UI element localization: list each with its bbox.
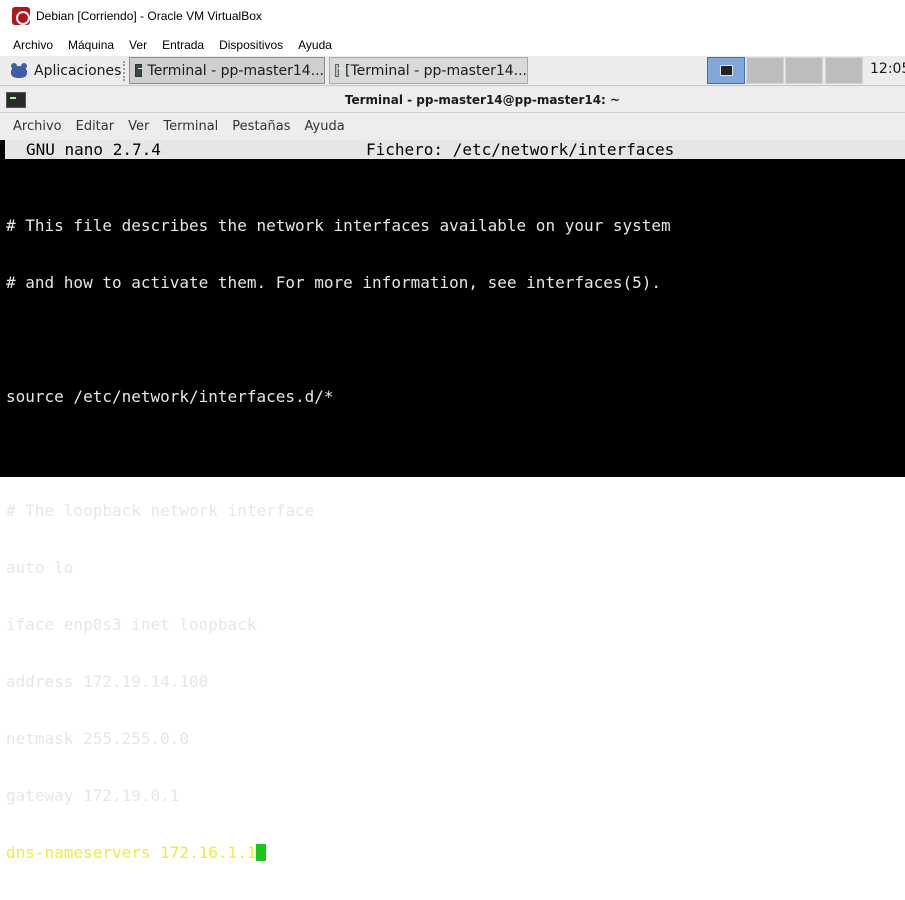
text-cursor bbox=[256, 844, 267, 861]
workspace-window-thumbnail bbox=[719, 65, 733, 76]
terminal-icon bbox=[335, 64, 344, 77]
taskbar-item-terminal-active[interactable]: Terminal - pp-master14... bbox=[129, 57, 325, 84]
xfce-top-panel: Aplicaciones Terminal - pp-master14... [… bbox=[0, 56, 905, 86]
editor-line: auto lo bbox=[6, 558, 74, 577]
vbox-menu-entrada[interactable]: Entrada bbox=[162, 38, 204, 52]
taskbar-item-label: [Terminal - pp-master14... bbox=[345, 62, 527, 79]
terminal-menu-ayuda[interactable]: Ayuda bbox=[305, 119, 345, 134]
workspace-2[interactable] bbox=[746, 57, 784, 84]
workspace-3[interactable] bbox=[785, 57, 823, 84]
terminal-titlebar[interactable]: Terminal - pp-master14@pp-master14: ~ bbox=[0, 87, 905, 113]
vbox-menu-maquina[interactable]: Máquina bbox=[68, 38, 114, 52]
vbox-menu-ver[interactable]: Ver bbox=[129, 38, 147, 52]
nano-filename: Fichero: /etc/network/interfaces bbox=[366, 140, 675, 159]
vbox-titlebar: Debian [Corriendo] - Oracle VM VirtualBo… bbox=[0, 0, 905, 34]
editor-line: # The loopback network interface bbox=[6, 501, 315, 520]
xfce-mouse-icon bbox=[8, 61, 30, 81]
terminal-window-title: Terminal - pp-master14@pp-master14: ~ bbox=[344, 93, 621, 107]
vbox-menu-dispositivos[interactable]: Dispositivos bbox=[219, 38, 283, 52]
editor-line-current-text: dns-nameservers 172.16.1.1 bbox=[6, 843, 257, 862]
nano-header-bar: GNU nano 2.7.4 Fichero: /etc/network/int… bbox=[5, 140, 905, 159]
terminal-menu-pestanas[interactable]: Pestañas bbox=[232, 119, 290, 134]
editor-line: gateway 172.19.0.1 bbox=[6, 786, 180, 805]
terminal-window: Terminal - pp-master14@pp-master14: ~ Ar… bbox=[0, 87, 905, 862]
terminal-icon bbox=[135, 64, 143, 77]
vbox-menu-archivo[interactable]: Archivo bbox=[13, 38, 53, 52]
panel-separator bbox=[123, 61, 127, 81]
vbox-menu-ayuda[interactable]: Ayuda bbox=[298, 38, 332, 52]
terminal-menu-editar[interactable]: Editar bbox=[76, 119, 115, 134]
guest-desktop: Aplicaciones Terminal - pp-master14... [… bbox=[0, 56, 905, 862]
taskbar-item-label: Terminal - pp-master14... bbox=[147, 62, 324, 79]
terminal-menubar: Archivo Editar Ver Terminal Pestañas Ayu… bbox=[0, 113, 905, 140]
editor-line: # This file describes the network interf… bbox=[6, 216, 671, 235]
workspace-1[interactable] bbox=[707, 57, 745, 84]
workspace-4[interactable] bbox=[825, 57, 863, 84]
vbox-window-title: Debian [Corriendo] - Oracle VM VirtualBo… bbox=[36, 9, 262, 23]
virtualbox-logo-icon bbox=[12, 7, 30, 25]
nano-version: GNU nano 2.7.4 bbox=[26, 140, 161, 159]
taskbar-item-terminal-minimized[interactable]: [Terminal - pp-master14... bbox=[329, 57, 528, 84]
editor-line: # and how to activate them. For more inf… bbox=[6, 273, 662, 292]
editor-line: netmask 255.255.0.0 bbox=[6, 729, 190, 748]
applications-menu-button[interactable]: Aplicaciones bbox=[8, 59, 121, 83]
applications-menu-label: Aplicaciones bbox=[34, 63, 122, 79]
terminal-menu-archivo[interactable]: Archivo bbox=[13, 119, 62, 134]
panel-clock[interactable]: 12:05 bbox=[870, 61, 905, 77]
editor-line: iface enp0s3 inet loopback bbox=[6, 615, 257, 634]
nano-editor-area[interactable]: # This file describes the network interf… bbox=[6, 178, 671, 900]
editor-line-current: dns-nameservers 172.16.1.1 bbox=[6, 843, 671, 862]
editor-line: address 172.19.14.100 bbox=[6, 672, 209, 691]
terminal-menu-ver[interactable]: Ver bbox=[128, 119, 149, 134]
terminal-menu-terminal[interactable]: Terminal bbox=[163, 119, 218, 134]
vbox-menubar: Archivo Máquina Ver Entrada Dispositivos… bbox=[0, 34, 905, 56]
editor-line: source /etc/network/interfaces.d/* bbox=[6, 387, 334, 406]
